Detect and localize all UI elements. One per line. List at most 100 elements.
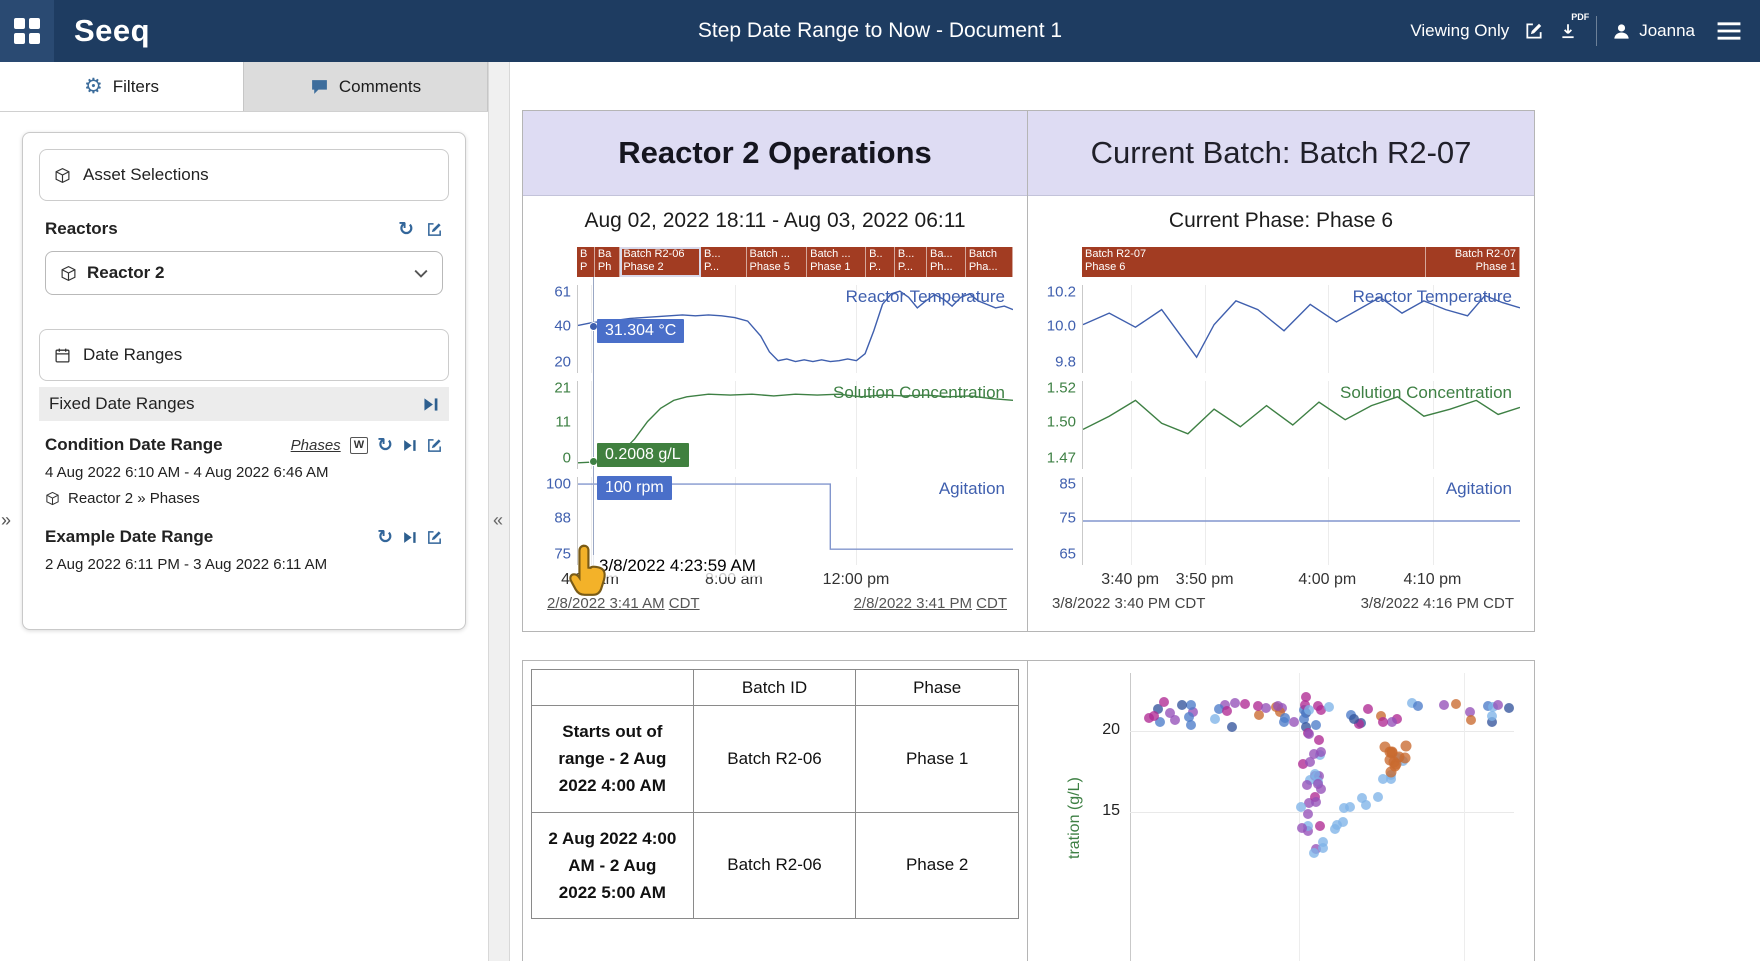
tab-comments[interactable]: Comments bbox=[244, 62, 488, 111]
refresh-icon[interactable]: ↻ bbox=[377, 436, 393, 455]
scatter-point[interactable] bbox=[1313, 701, 1323, 711]
range-end-tz-link[interactable]: CDT bbox=[976, 595, 1007, 612]
batch-capsule[interactable]: Batch ...Phase 1 bbox=[807, 247, 866, 277]
scatter-point[interactable] bbox=[1451, 699, 1461, 709]
app-switcher-button[interactable] bbox=[0, 0, 54, 62]
series-label: Agitation bbox=[939, 479, 1005, 499]
scatter-point[interactable] bbox=[1302, 780, 1312, 790]
batch-capsule[interactable]: Batch R2-07Phase 1 bbox=[1426, 247, 1520, 277]
scatter-point[interactable] bbox=[1165, 708, 1175, 718]
batch-capsule[interactable]: BatchPha... bbox=[966, 247, 1013, 277]
scatter-point[interactable] bbox=[1363, 704, 1373, 714]
step-to-now-icon[interactable] bbox=[402, 438, 417, 453]
export-pdf-icon[interactable]: PDF bbox=[1559, 21, 1581, 41]
scatter-point[interactable] bbox=[1466, 715, 1476, 725]
trend-lane: 10.210.09.8Reactor Temperature bbox=[1036, 285, 1526, 373]
scatter-point[interactable] bbox=[1387, 717, 1397, 727]
scatter-plot-area[interactable] bbox=[1130, 673, 1514, 961]
batch-capsule[interactable]: Batch R2-07Phase 6 bbox=[1082, 247, 1426, 277]
user-menu[interactable]: Joanna bbox=[1612, 21, 1695, 41]
scatter-point[interactable] bbox=[1210, 714, 1220, 724]
scatter-point[interactable] bbox=[1413, 701, 1423, 711]
scatter-point[interactable] bbox=[1388, 757, 1399, 768]
scatter-point[interactable] bbox=[1378, 717, 1388, 727]
edit-icon[interactable] bbox=[426, 437, 443, 454]
scatter-point[interactable] bbox=[1400, 753, 1411, 764]
batch-capsule[interactable]: B...P... bbox=[701, 247, 747, 277]
batch-capsule[interactable]: Ba...Ph... bbox=[927, 247, 966, 277]
trend-chart-canvas[interactable]: BPBaPhBatch R2-06Phase 2B...P...Batch ..… bbox=[531, 247, 1019, 593]
scatter-point[interactable] bbox=[1222, 706, 1232, 716]
range-start-link[interactable]: 2/8/2022 3:41 AM bbox=[547, 595, 665, 612]
scatter-point[interactable] bbox=[1305, 757, 1315, 767]
scatter-point[interactable] bbox=[1261, 703, 1271, 713]
scatter-point[interactable] bbox=[1504, 703, 1514, 713]
scatter-point[interactable] bbox=[1273, 701, 1283, 711]
scatter-point[interactable] bbox=[1361, 800, 1371, 810]
edit-document-icon[interactable] bbox=[1524, 21, 1544, 41]
seeq-logo[interactable]: Seeq bbox=[74, 13, 150, 49]
batch-capsule[interactable]: BaPh bbox=[595, 247, 620, 277]
scatter-point[interactable] bbox=[1316, 747, 1326, 757]
scatter-point[interactable] bbox=[1315, 821, 1325, 831]
scatter-point[interactable] bbox=[1324, 702, 1334, 712]
scatter-point[interactable] bbox=[1493, 700, 1503, 710]
scatter-point[interactable] bbox=[1186, 700, 1196, 710]
trend-chart-canvas[interactable]: Batch R2-07Phase 6Batch R2-07Phase 1 10.2… bbox=[1036, 247, 1526, 593]
scatter-point[interactable] bbox=[1373, 792, 1383, 802]
selected-asset: Reactor 2 bbox=[87, 263, 164, 283]
expand-panel-icon[interactable]: » bbox=[1, 510, 11, 531]
scatter-point[interactable] bbox=[1313, 779, 1323, 789]
scatter-point[interactable] bbox=[1487, 711, 1497, 721]
scatter-point[interactable] bbox=[1311, 797, 1321, 807]
scatter-point[interactable] bbox=[1311, 720, 1321, 730]
step-all-to-now-icon[interactable] bbox=[422, 396, 439, 413]
scatter-point[interactable] bbox=[1177, 700, 1187, 710]
scatter-point[interactable] bbox=[1227, 722, 1237, 732]
scatter-point[interactable] bbox=[1297, 823, 1307, 833]
scatter-point[interactable] bbox=[1149, 711, 1159, 721]
batch-capsule[interactable]: Batch R2-06Phase 2 bbox=[620, 247, 701, 277]
scatter-point[interactable] bbox=[1304, 729, 1314, 739]
hamburger-menu-icon[interactable] bbox=[1716, 21, 1742, 41]
refresh-icon[interactable]: ↻ bbox=[377, 528, 393, 547]
scatter-point[interactable] bbox=[1240, 699, 1250, 709]
scatter-point[interactable] bbox=[1314, 735, 1324, 745]
panel-divider[interactable]: « bbox=[488, 62, 510, 961]
scatter-point[interactable] bbox=[1338, 817, 1348, 827]
table-header-range bbox=[532, 670, 694, 706]
scatter-point[interactable] bbox=[1345, 802, 1355, 812]
phases-link[interactable]: Phases bbox=[291, 437, 341, 454]
tab-filters[interactable]: ⚙ Filters bbox=[0, 62, 244, 111]
batch-capsule[interactable]: Batch ...Phase 5 bbox=[747, 247, 808, 277]
hand-cursor bbox=[565, 543, 609, 597]
scatter-point[interactable] bbox=[1385, 747, 1396, 758]
scatter-point[interactable] bbox=[1159, 697, 1169, 707]
collapse-panel-icon[interactable]: « bbox=[493, 510, 503, 531]
range-end-link[interactable]: 2/8/2022 3:41 PM bbox=[854, 595, 972, 612]
y-axis-tick: 1.47 bbox=[1036, 449, 1076, 466]
scatter-point[interactable] bbox=[1349, 714, 1359, 724]
scatter-point[interactable] bbox=[1318, 837, 1328, 847]
edit-icon[interactable] bbox=[426, 221, 443, 238]
right-trend-chart[interactable]: Batch R2-07Phase 6Batch R2-07Phase 1 10.2… bbox=[1036, 247, 1526, 615]
scatter-point[interactable] bbox=[1280, 713, 1290, 723]
scatter-point[interactable] bbox=[1184, 712, 1194, 722]
asset-select-dropdown[interactable]: Reactor 2 bbox=[45, 251, 443, 295]
edit-icon[interactable] bbox=[426, 529, 443, 546]
range-start-tz-link[interactable]: CDT bbox=[669, 595, 700, 612]
refresh-icon[interactable]: ↻ bbox=[398, 220, 414, 239]
capsule-picker-icon[interactable]: W bbox=[350, 437, 368, 454]
left-trend-chart[interactable]: BPBaPhBatch R2-06Phase 2B...P...Batch ..… bbox=[531, 247, 1019, 615]
scatter-point[interactable] bbox=[1230, 698, 1240, 708]
batch-capsule[interactable]: B...P... bbox=[895, 247, 927, 277]
batch-capsule[interactable]: BP bbox=[577, 247, 595, 277]
batch-capsule[interactable]: B..P.. bbox=[866, 247, 895, 277]
scatter-point[interactable] bbox=[1304, 705, 1314, 715]
tab-filters-label: Filters bbox=[113, 77, 159, 97]
scatter-point[interactable] bbox=[1303, 809, 1313, 819]
scatter-point[interactable] bbox=[1400, 741, 1411, 752]
step-to-now-icon[interactable] bbox=[402, 530, 417, 545]
batch-scatter-chart[interactable]: tration (g/L)2015 bbox=[1030, 663, 1532, 961]
scatter-point[interactable] bbox=[1439, 700, 1449, 710]
